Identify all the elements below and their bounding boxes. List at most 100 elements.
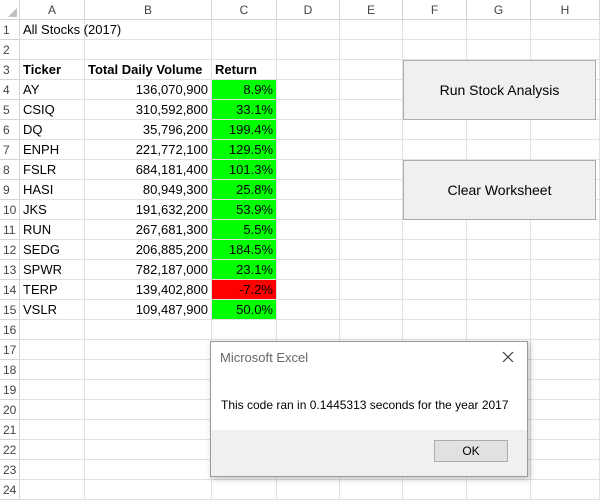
column-header-a[interactable]: A — [20, 0, 85, 20]
run-stock-analysis-button[interactable]: Run Stock Analysis — [403, 60, 596, 120]
ticker-cell[interactable]: VSLR — [20, 300, 85, 320]
cell-d2[interactable] — [277, 40, 340, 60]
cell-d4[interactable] — [277, 80, 340, 100]
ticker-cell[interactable]: TERP — [20, 280, 85, 300]
cell-c16[interactable] — [212, 320, 277, 340]
cell-e9[interactable] — [340, 180, 403, 200]
ticker-cell[interactable]: HASI — [20, 180, 85, 200]
row-header-8[interactable]: 8 — [0, 160, 20, 180]
cell-g11[interactable] — [467, 220, 531, 240]
cell-f14[interactable] — [403, 280, 467, 300]
cell-f2[interactable] — [403, 40, 467, 60]
cell-f11[interactable] — [403, 220, 467, 240]
row-header-16[interactable]: 16 — [0, 320, 20, 340]
volume-cell[interactable]: 136,070,900 — [85, 80, 212, 100]
cell-d15[interactable] — [277, 300, 340, 320]
return-cell[interactable]: 5.5% — [212, 220, 277, 240]
row-header-24[interactable]: 24 — [0, 480, 20, 500]
cell-e6[interactable] — [340, 120, 403, 140]
row-header-9[interactable]: 9 — [0, 180, 20, 200]
cell-d14[interactable] — [277, 280, 340, 300]
cell-d12[interactable] — [277, 240, 340, 260]
cell-d6[interactable] — [277, 120, 340, 140]
cell-e1[interactable] — [340, 20, 403, 40]
cell-c2[interactable] — [212, 40, 277, 60]
row-header-15[interactable]: 15 — [0, 300, 20, 320]
column-header-b[interactable]: B — [85, 0, 212, 20]
volume-cell[interactable]: 206,885,200 — [85, 240, 212, 260]
cell-a20[interactable] — [20, 400, 85, 420]
cell-h18[interactable] — [531, 360, 600, 380]
cell-a23[interactable] — [20, 460, 85, 480]
cell-h24[interactable] — [531, 480, 600, 500]
cell-b23[interactable] — [85, 460, 212, 480]
cell-g1[interactable] — [467, 20, 531, 40]
cell-d13[interactable] — [277, 260, 340, 280]
cell-e15[interactable] — [340, 300, 403, 320]
volume-cell[interactable]: 684,181,400 — [85, 160, 212, 180]
cell-f13[interactable] — [403, 260, 467, 280]
cell-e7[interactable] — [340, 140, 403, 160]
row-header-3[interactable]: 3 — [0, 60, 20, 80]
cell-d11[interactable] — [277, 220, 340, 240]
volume-cell[interactable]: 80,949,300 — [85, 180, 212, 200]
column-header-c[interactable]: C — [212, 0, 277, 20]
row-header-10[interactable]: 10 — [0, 200, 20, 220]
return-cell[interactable]: 23.1% — [212, 260, 277, 280]
cell-a16[interactable] — [20, 320, 85, 340]
return-cell[interactable]: 129.5% — [212, 140, 277, 160]
cell-b19[interactable] — [85, 380, 212, 400]
cell-e4[interactable] — [340, 80, 403, 100]
return-cell[interactable]: 199.4% — [212, 120, 277, 140]
cell-e24[interactable] — [340, 480, 403, 500]
volume-cell[interactable]: 109,487,900 — [85, 300, 212, 320]
row-header-6[interactable]: 6 — [0, 120, 20, 140]
row-header-22[interactable]: 22 — [0, 440, 20, 460]
column-header-g[interactable]: G — [467, 0, 531, 20]
cell-h11[interactable] — [531, 220, 600, 240]
cell-a18[interactable] — [20, 360, 85, 380]
cell-f24[interactable] — [403, 480, 467, 500]
cell-d16[interactable] — [277, 320, 340, 340]
return-cell[interactable]: 101.3% — [212, 160, 277, 180]
volume-cell[interactable]: 139,402,800 — [85, 280, 212, 300]
ticker-cell[interactable]: ENPH — [20, 140, 85, 160]
cell-e14[interactable] — [340, 280, 403, 300]
select-all-corner[interactable] — [0, 0, 20, 20]
cell-h1[interactable] — [531, 20, 600, 40]
cell-d9[interactable] — [277, 180, 340, 200]
row-header-14[interactable]: 14 — [0, 280, 20, 300]
cell-f16[interactable] — [403, 320, 467, 340]
cell-b16[interactable] — [85, 320, 212, 340]
cell-a21[interactable] — [20, 420, 85, 440]
cell-h7[interactable] — [531, 140, 600, 160]
cell-e11[interactable] — [340, 220, 403, 240]
cell-f1[interactable] — [403, 20, 467, 40]
row-header-5[interactable]: 5 — [0, 100, 20, 120]
cell-h17[interactable] — [531, 340, 600, 360]
cell-a22[interactable] — [20, 440, 85, 460]
row-header-20[interactable]: 20 — [0, 400, 20, 420]
return-cell[interactable]: 184.5% — [212, 240, 277, 260]
cell-b17[interactable] — [85, 340, 212, 360]
cell-f7[interactable] — [403, 140, 467, 160]
row-header-17[interactable]: 17 — [0, 340, 20, 360]
return-cell[interactable]: 25.8% — [212, 180, 277, 200]
cell-e2[interactable] — [340, 40, 403, 60]
volume-cell[interactable]: 221,772,100 — [85, 140, 212, 160]
cell-g7[interactable] — [467, 140, 531, 160]
cell-d7[interactable] — [277, 140, 340, 160]
ticker-cell[interactable]: JKS — [20, 200, 85, 220]
volume-cell[interactable]: 267,681,300 — [85, 220, 212, 240]
cell-g6[interactable] — [467, 120, 531, 140]
ticker-cell[interactable]: CSIQ — [20, 100, 85, 120]
ok-button[interactable]: OK — [434, 440, 508, 462]
cell-h14[interactable] — [531, 280, 600, 300]
cell-h2[interactable] — [531, 40, 600, 60]
return-cell[interactable]: 53.9% — [212, 200, 277, 220]
cell-e12[interactable] — [340, 240, 403, 260]
ticker-cell[interactable]: SPWR — [20, 260, 85, 280]
close-icon[interactable] — [499, 348, 517, 366]
column-header-e[interactable]: E — [340, 0, 403, 20]
volume-cell[interactable]: 310,592,800 — [85, 100, 212, 120]
